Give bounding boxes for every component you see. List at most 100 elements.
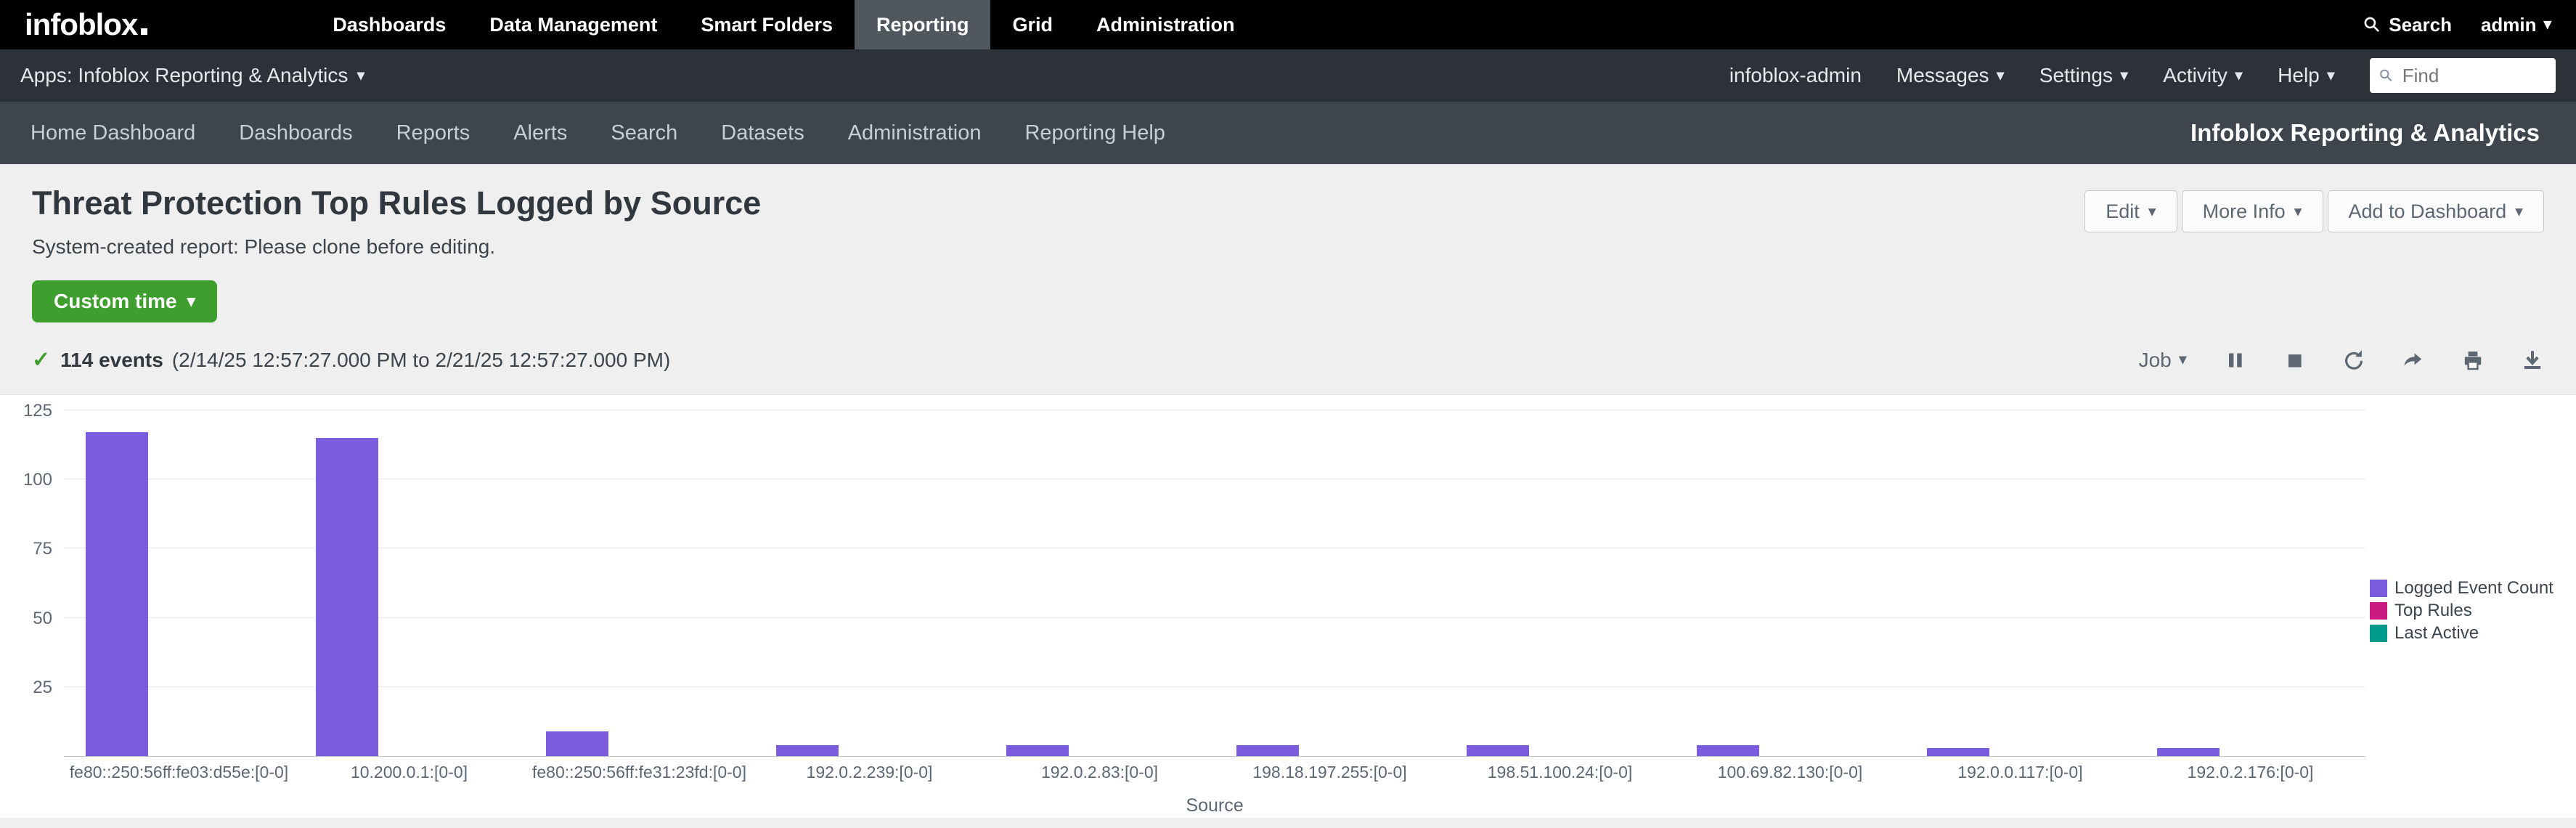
legend-item[interactable]: Top Rules [2370, 601, 2576, 621]
legend-label: Logged Event Count [2394, 578, 2553, 598]
subnav-alerts[interactable]: Alerts [492, 102, 589, 164]
x-labels-row: fe80::250:56ff:fe03:d55e:[0-0]10.200.0.1… [64, 763, 2365, 782]
bar-slot [2135, 410, 2365, 756]
bar[interactable] [316, 438, 378, 756]
messages-menu[interactable]: Messages ▾ [1896, 64, 2005, 87]
topnav-grid[interactable]: Grid [990, 0, 1075, 49]
export-button[interactable] [2521, 349, 2544, 372]
time-range-picker-button[interactable]: Custom time ▾ [32, 280, 217, 322]
bar-slot [1215, 410, 1445, 756]
apps-menu-label: Apps: Infoblox Reporting & Analytics [20, 64, 348, 87]
bar[interactable] [1467, 745, 1529, 756]
caret-down-icon: ▾ [2120, 68, 2128, 84]
caret-down-icon: ▾ [2179, 352, 2187, 368]
page-title: Threat Protection Top Rules Logged by So… [32, 184, 761, 222]
bar-slot [64, 410, 294, 756]
search-icon [2363, 15, 2381, 34]
bar[interactable] [1927, 748, 1989, 756]
y-tick-label: 100 [23, 470, 52, 490]
subnav-reports[interactable]: Reports [375, 102, 492, 164]
reload-button[interactable] [2342, 349, 2365, 372]
legend-swatch [2370, 602, 2387, 620]
x-tick-label: fe80::250:56ff:fe31:23fd:[0-0] [524, 763, 754, 782]
subnav-home-dashboard[interactable]: Home Dashboard [9, 102, 217, 164]
user-account-link[interactable]: infoblox-admin [1729, 64, 1862, 87]
global-search-button[interactable]: Search [2363, 14, 2452, 36]
edit-button[interactable]: Edit ▾ [2084, 190, 2177, 232]
subnav-search[interactable]: Search [589, 102, 699, 164]
print-button[interactable] [2461, 349, 2485, 372]
subnav-datasets[interactable]: Datasets [699, 102, 826, 164]
job-menu[interactable]: Job ▾ [2139, 349, 2187, 372]
caret-down-icon: ▾ [2235, 68, 2243, 84]
topbar-right: Search admin ▾ [2363, 14, 2551, 36]
topnav-administration[interactable]: Administration [1075, 0, 1257, 49]
success-checkmark-icon: ✓ [32, 347, 50, 373]
topnav-data-management[interactable]: Data Management [468, 0, 679, 49]
x-tick-label: 100.69.82.130:[0-0] [1675, 763, 1905, 782]
search-icon [2379, 67, 2394, 84]
search-label: Search [2389, 14, 2452, 36]
infoblox-logo[interactable]: infoblox [25, 7, 147, 42]
report-title-block: Threat Protection Top Rules Logged by So… [32, 184, 761, 259]
bar-slot [754, 410, 985, 756]
legend-label: Top Rules [2394, 601, 2472, 621]
apps-menu[interactable]: Apps: Infoblox Reporting & Analytics ▾ [20, 64, 365, 87]
settings-menu[interactable]: Settings ▾ [2039, 64, 2128, 87]
stop-icon [2283, 349, 2306, 372]
share-icon [2402, 349, 2425, 372]
print-icon [2461, 349, 2485, 372]
logo-dot-icon [141, 28, 147, 35]
stop-button[interactable] [2283, 349, 2306, 372]
x-tick-label: 192.0.2.239:[0-0] [754, 763, 985, 782]
caret-down-icon: ▾ [2544, 17, 2551, 33]
x-tick-label: 192.0.2.83:[0-0] [985, 763, 1215, 782]
topnav-smart-folders[interactable]: Smart Folders [679, 0, 855, 49]
reload-icon [2342, 349, 2365, 372]
bar[interactable] [1697, 745, 1759, 756]
bar[interactable] [86, 432, 148, 756]
caret-down-icon: ▾ [2148, 203, 2156, 219]
bar[interactable] [776, 745, 839, 756]
legend-swatch [2370, 580, 2387, 597]
plot-column: fe80::250:56ff:fe03:d55e:[0-0]10.200.0.1… [64, 395, 2365, 816]
top-navigation-bar: infoblox Dashboards Data Management Smar… [0, 0, 2576, 49]
legend-item[interactable]: Logged Event Count [2370, 578, 2576, 598]
bar[interactable] [2157, 748, 2220, 756]
job-status-row: ✓ 114 events (2/14/25 12:57:27.000 PM to… [0, 347, 2576, 373]
y-tick-label: 75 [33, 539, 52, 559]
bar[interactable] [1006, 745, 1069, 756]
app-title: Infoblox Reporting & Analytics [2190, 119, 2540, 147]
x-tick-label: 198.51.100.24:[0-0] [1445, 763, 1675, 782]
add-to-dashboard-button[interactable]: Add to Dashboard ▾ [2328, 190, 2545, 232]
pause-icon [2223, 349, 2246, 372]
events-time-range: (2/14/25 12:57:27.000 PM to 2/21/25 12:5… [172, 349, 671, 372]
topnav-reporting[interactable]: Reporting [855, 0, 991, 49]
activity-menu[interactable]: Activity ▾ [2163, 64, 2243, 87]
plot-area [64, 395, 2365, 757]
legend-item[interactable]: Last Active [2370, 623, 2576, 644]
logo-text: infoblox [25, 7, 137, 42]
topnav-dashboards[interactable]: Dashboards [311, 0, 468, 49]
x-tick-label: 192.0.0.117:[0-0] [1905, 763, 2135, 782]
y-axis: 255075100125 [0, 395, 64, 757]
help-menu[interactable]: Help ▾ [2278, 64, 2335, 87]
more-info-button[interactable]: More Info ▾ [2182, 190, 2323, 232]
share-button[interactable] [2402, 349, 2425, 372]
x-tick-label: 198.18.197.255:[0-0] [1215, 763, 1445, 782]
appbar-right: infoblox-admin Messages ▾ Settings ▾ Act… [1729, 58, 2556, 93]
bar-slot [1905, 410, 2135, 756]
subnav-administration[interactable]: Administration [826, 102, 1003, 164]
bar-slot [524, 410, 754, 756]
user-menu[interactable]: admin ▾ [2481, 14, 2551, 36]
bar[interactable] [546, 731, 608, 756]
bar-slot [1675, 410, 1905, 756]
subnav-reporting-help[interactable]: Reporting Help [1003, 102, 1186, 164]
bar[interactable] [1236, 745, 1299, 756]
events-count: 114 events [60, 349, 163, 372]
pause-button[interactable] [2223, 349, 2246, 372]
app-bar: Apps: Infoblox Reporting & Analytics ▾ i… [0, 49, 2576, 102]
legend-label: Last Active [2394, 623, 2479, 644]
subnav-dashboards[interactable]: Dashboards [217, 102, 374, 164]
find-input[interactable] [2401, 64, 2547, 88]
